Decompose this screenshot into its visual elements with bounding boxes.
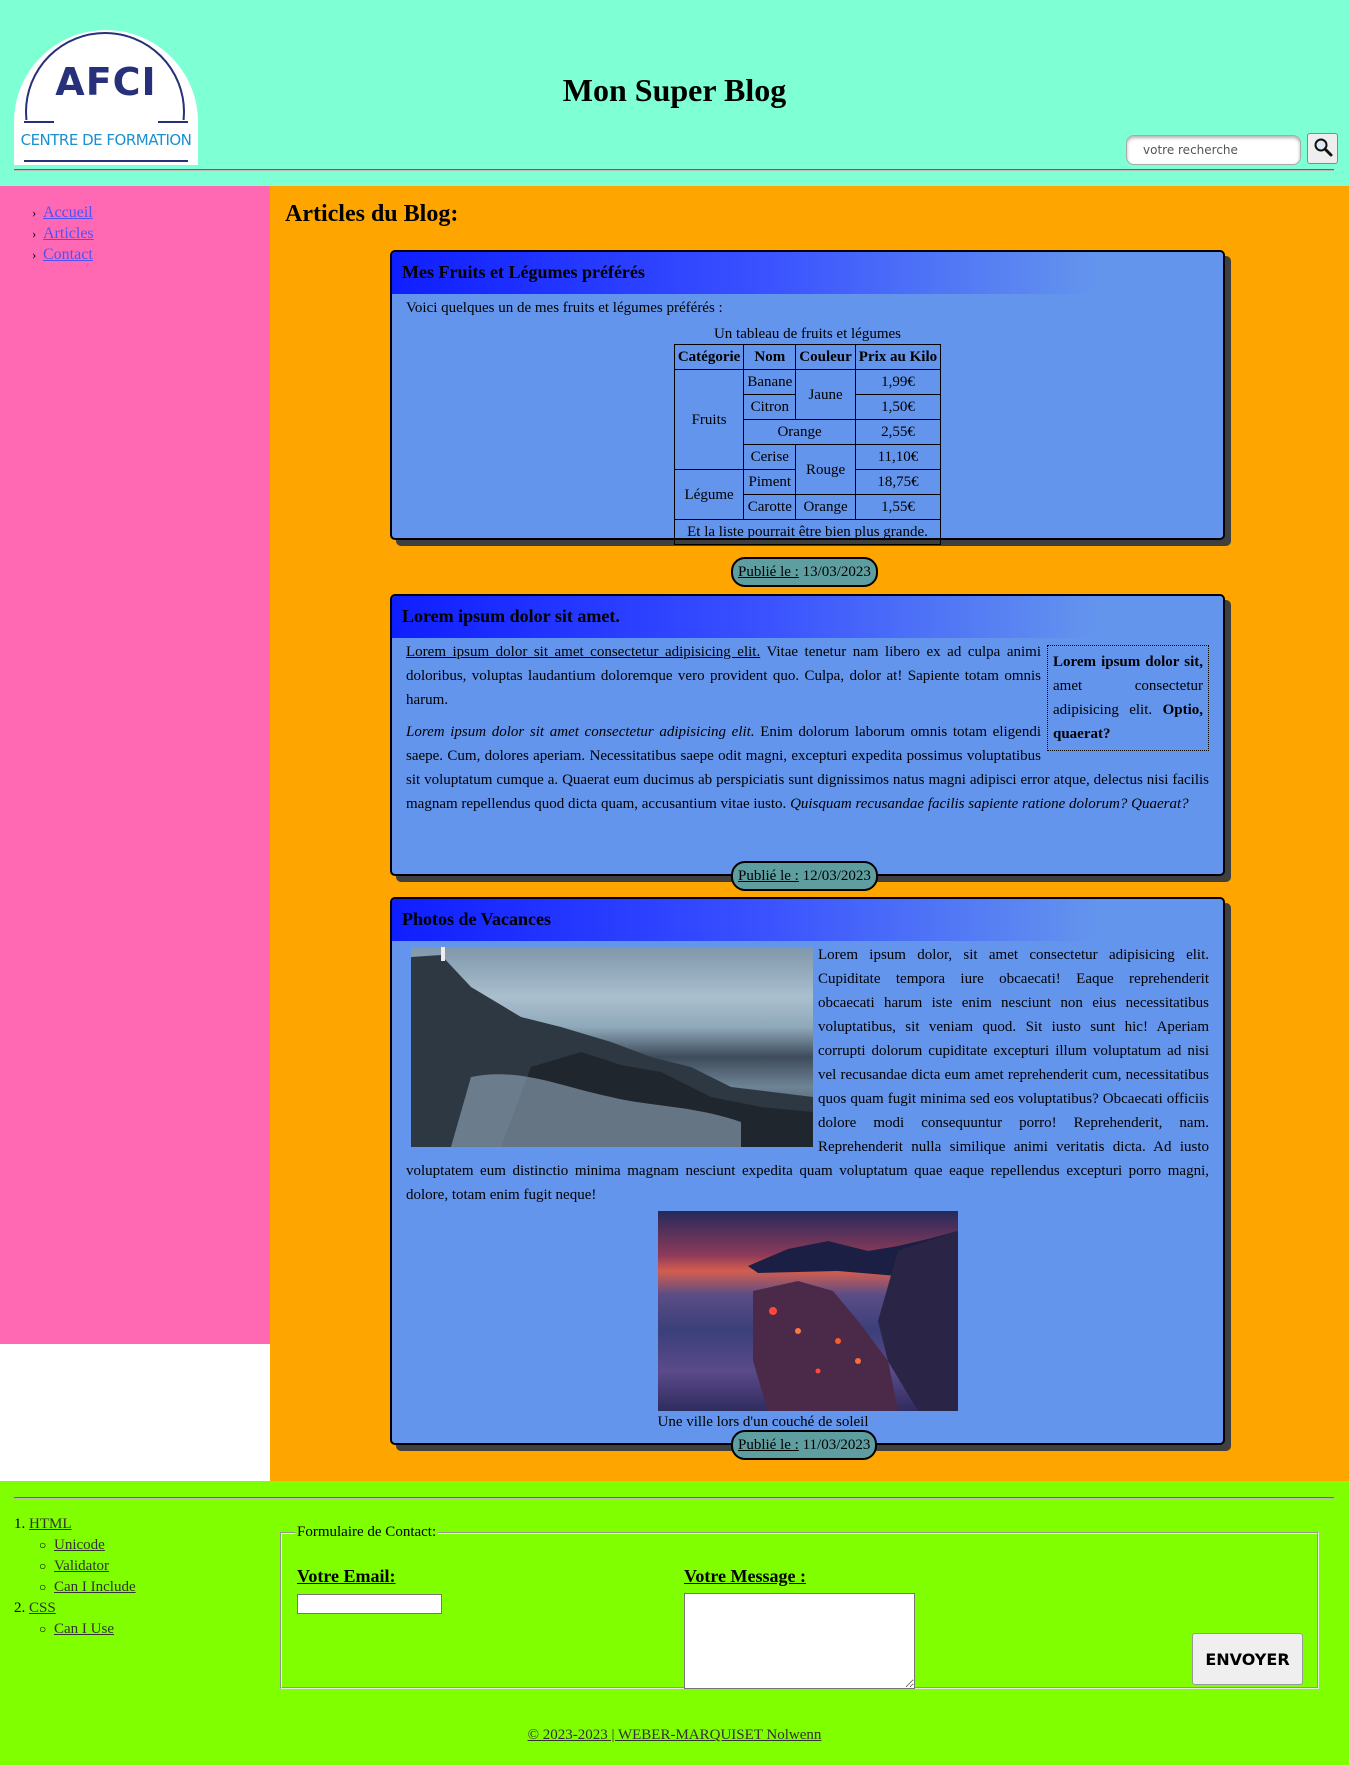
- seascape-drawing: [411, 947, 813, 1147]
- table-header: Nom: [743, 344, 797, 370]
- circle-bullet-icon: ○: [39, 1580, 47, 1594]
- table-header: Catégorie: [673, 344, 745, 370]
- table-cell: 1,50€: [854, 394, 942, 420]
- bullet-icon: ›: [32, 226, 37, 241]
- table-cell: Orange: [743, 419, 856, 445]
- sunset-town-photo: [657, 1211, 958, 1411]
- footer-link-can-i-use[interactable]: Can I Use: [54, 1621, 114, 1637]
- published-date: 13/03/2023: [802, 564, 871, 580]
- table-header: Prix au Kilo: [854, 344, 942, 370]
- sidebar: › Accueil › Articles › Contact: [0, 186, 270, 1344]
- footer-sublist-item: ○ Unicode: [14, 1535, 136, 1556]
- table-cell: Piment: [743, 469, 797, 495]
- nav-item-contact: › Contact: [32, 244, 270, 265]
- nav-list: › Accueil › Articles › Contact: [0, 186, 270, 265]
- circle-bullet-icon: ○: [39, 1622, 47, 1636]
- underlined-text: Lorem ipsum dolor sit amet consectetur a…: [406, 644, 761, 660]
- footer-sublist-item: ○ Validator: [14, 1556, 136, 1577]
- footer-link-unicode[interactable]: Unicode: [54, 1537, 105, 1553]
- table-footer-row: Et la liste pourrait être bien plus gran…: [673, 519, 942, 545]
- main-content: Articles du Blog: Mes Fruits et Légumes …: [270, 186, 1349, 1481]
- nav-item-accueil: › Accueil: [32, 202, 270, 223]
- table-cell: 11,10€: [854, 444, 942, 470]
- table-cell: 2,55€: [854, 419, 942, 445]
- aside-note: Lorem ipsum dolor sit, amet consectetur …: [1047, 645, 1209, 751]
- table-cell: Rouge: [795, 444, 856, 495]
- published-date: 11/03/2023: [802, 1437, 871, 1453]
- article-fruits: Mes Fruits et Légumes préférés Voici que…: [390, 250, 1225, 587]
- sunset-drawing: [747, 1231, 958, 1411]
- published-badge: Publié le : 12/03/2023: [731, 861, 878, 891]
- table-header: Couleur: [795, 344, 856, 370]
- article-title: Mes Fruits et Légumes préférés: [392, 252, 1223, 294]
- nav-item-articles: › Articles: [32, 223, 270, 244]
- nav-link-articles[interactable]: Articles: [43, 225, 94, 242]
- table-cell: Cerise: [743, 444, 797, 470]
- form-legend: Formulaire de Contact:: [297, 1524, 437, 1540]
- site-header: AFCI CENTRE DE FORMATION Mon Super Blog: [0, 0, 1349, 186]
- message-field[interactable]: [684, 1593, 915, 1689]
- table-cell-category: Légume: [673, 469, 745, 520]
- table-cell: Jaune: [795, 369, 856, 420]
- bullet-icon: ›: [32, 247, 37, 262]
- table-cell: Citron: [743, 394, 797, 420]
- published-badge: Publié le : 13/03/2023: [731, 557, 878, 587]
- header-divider: [14, 169, 1334, 171]
- contact-form: Formulaire de Contact: Votre Email: Votr…: [280, 1524, 1319, 1689]
- page-heading: Articles du Blog:: [285, 201, 459, 227]
- table-caption: Un tableau de fruits et légumes: [713, 326, 901, 342]
- footer-link-css[interactable]: CSS: [29, 1600, 56, 1616]
- table-cell: Carotte: [743, 494, 797, 520]
- footer-links-list: 1. HTML ○ Unicode ○ Validator ○ Can I Inclu…: [14, 1514, 136, 1640]
- article-title: Lorem ipsum dolor sit amet.: [392, 596, 1223, 638]
- table-cell: 18,75€: [854, 469, 942, 495]
- published-date: 12/03/2023: [802, 868, 871, 884]
- footer-divider: [14, 1497, 1334, 1499]
- published-label: Publié le :: [738, 1437, 799, 1453]
- send-button[interactable]: ENVOYER: [1192, 1633, 1303, 1685]
- site-footer: 1. HTML ○ Unicode ○ Validator ○ Can I Inclu…: [0, 1481, 1349, 1765]
- table-header-row: Catégorie Nom Couleur Prix au Kilo: [673, 344, 942, 370]
- article-photos: Photos de Vacances Lorem ipsum dolor, si…: [390, 897, 1225, 1460]
- table-row: Fruits Banane Jaune 1,99€: [673, 369, 942, 470]
- email-label: Votre Email:: [297, 1566, 396, 1586]
- search-input[interactable]: [1126, 135, 1301, 165]
- published-badge: Publié le : 11/03/2023: [731, 1430, 878, 1460]
- footer-link-html[interactable]: HTML: [29, 1516, 72, 1532]
- nav-link-accueil[interactable]: Accueil: [43, 204, 93, 221]
- table-cell: Orange: [795, 494, 856, 520]
- published-label: Publié le :: [738, 868, 799, 884]
- footer-list-item: 1. HTML: [14, 1516, 72, 1532]
- article-title: Photos de Vacances: [392, 899, 1223, 941]
- footer-list-item: 2. CSS: [14, 1600, 56, 1616]
- search-button[interactable]: [1307, 133, 1338, 164]
- fruits-table: Un tableau de fruits et légumes Catégori…: [673, 324, 942, 545]
- copyright-link[interactable]: © 2023-2023 | WEBER-MARQUISET Nolwenn: [528, 1727, 822, 1743]
- site-title: Mon Super Blog: [562, 72, 787, 108]
- circle-bullet-icon: ○: [39, 1538, 47, 1552]
- message-label: Votre Message :: [684, 1566, 806, 1586]
- published-label: Publié le :: [738, 564, 799, 580]
- circle-bullet-icon: ○: [39, 1559, 47, 1573]
- footer-link-can-i-include[interactable]: Can I Include: [54, 1579, 136, 1595]
- copyright: © 2023-2023 | WEBER-MARQUISET Nolwenn: [0, 1727, 1349, 1744]
- logo-subtitle: CENTRE DE FORMATION: [20, 131, 192, 149]
- magnifier-icon: [1314, 138, 1332, 157]
- table-footer: Et la liste pourrait être bien plus gran…: [673, 519, 942, 545]
- footer-sublist-item: ○ Can I Use: [14, 1619, 136, 1640]
- nav-link-contact[interactable]: Contact: [43, 246, 93, 263]
- email-field[interactable]: [297, 1594, 442, 1614]
- seascape-photo: [411, 947, 813, 1147]
- footer-link-validator[interactable]: Validator: [54, 1558, 109, 1574]
- table-cell: 1,55€: [854, 494, 942, 520]
- table-cell-category: Fruits: [673, 369, 745, 470]
- table-cell: Banane: [743, 369, 797, 395]
- article-intro: Voici quelques un de mes fruits et légum…: [406, 300, 723, 316]
- bullet-icon: ›: [32, 205, 37, 220]
- article-lorem: Lorem ipsum dolor sit amet. Lorem ipsum …: [390, 594, 1225, 891]
- footer-sublist-item: ○ Can I Include: [14, 1577, 136, 1598]
- table-cell: 1,99€: [854, 369, 942, 395]
